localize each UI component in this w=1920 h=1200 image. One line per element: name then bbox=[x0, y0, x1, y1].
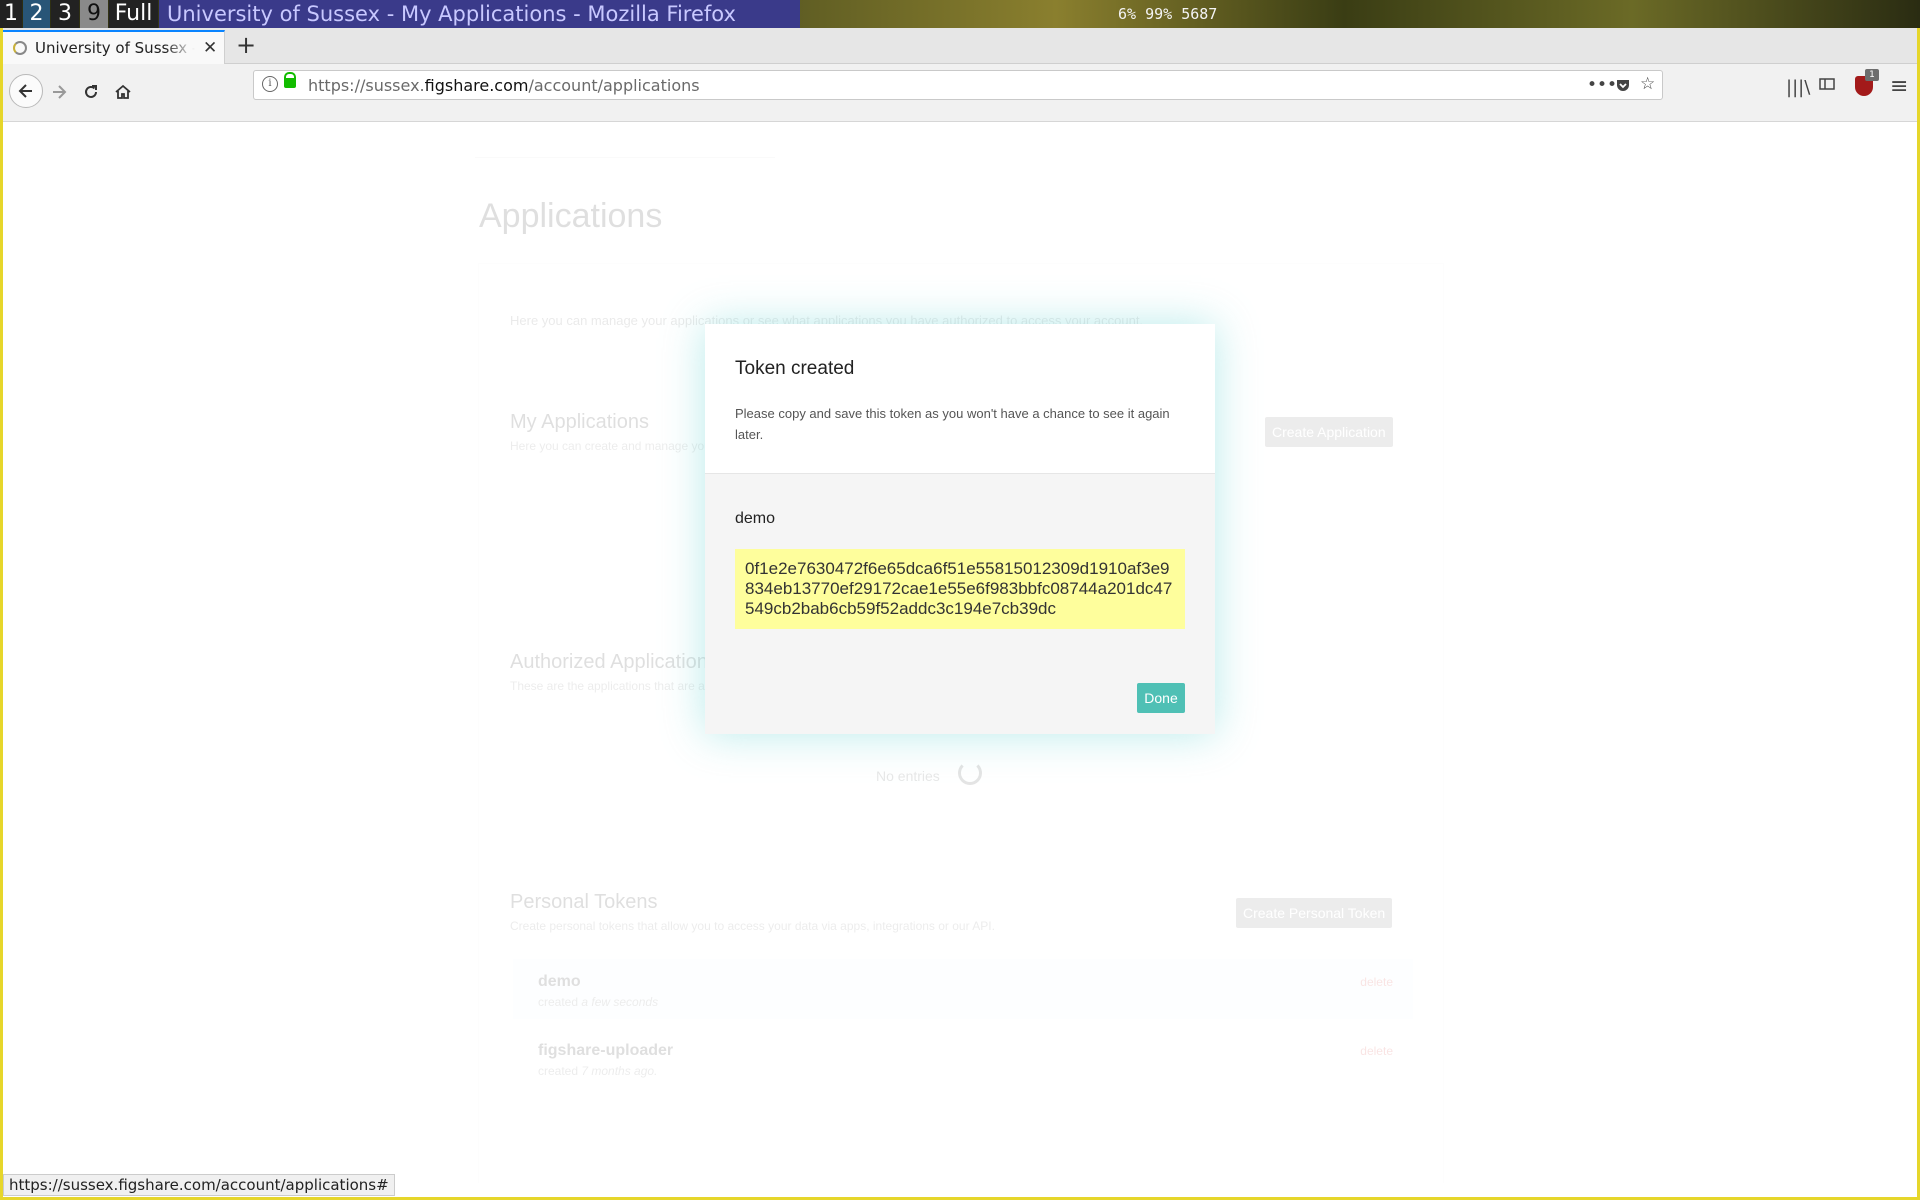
url-bar[interactable]: i https://sussex.figshare.com/account/ap… bbox=[253, 70, 1663, 100]
done-button[interactable]: Done bbox=[1137, 683, 1185, 713]
forward-arrow-icon bbox=[53, 85, 67, 99]
page-title: Applications bbox=[479, 197, 663, 235]
page-actions-icon[interactable]: ••• bbox=[1587, 75, 1617, 95]
header-divider bbox=[475, 157, 775, 158]
modal-body: demo 0f1e2e7630472f6e65dca6f51e558150123… bbox=[705, 474, 1215, 734]
tab-active[interactable]: University of Sussex - My Applications ✕ bbox=[3, 30, 225, 64]
token-row: figshare-uploader created 7 months ago. … bbox=[513, 1028, 1413, 1088]
url-prefix: https://sussex. bbox=[308, 76, 425, 95]
reload-button[interactable] bbox=[75, 76, 107, 108]
secure-lock-icon[interactable] bbox=[284, 72, 296, 88]
back-button[interactable] bbox=[9, 74, 43, 108]
token-created-ago: a few seconds bbox=[581, 995, 659, 1009]
my-applications-heading: My Applications bbox=[510, 411, 649, 433]
refresh-icon[interactable] bbox=[958, 761, 982, 785]
token-name-label: demo bbox=[735, 510, 776, 527]
token-created: created a few seconds bbox=[538, 995, 658, 1009]
sidebar-icon[interactable] bbox=[1819, 76, 1835, 97]
reload-icon bbox=[85, 85, 97, 98]
token-created-prefix: created bbox=[538, 995, 582, 1009]
menu-icon[interactable]: ≡ bbox=[1890, 74, 1908, 99]
authorized-applications-heading: Authorized Applications bbox=[510, 651, 718, 673]
token-name: figshare-uploader bbox=[538, 1042, 674, 1059]
link-status-bar: https://sussex.figshare.com/account/appl… bbox=[3, 1174, 395, 1196]
token-created-prefix: created bbox=[538, 1064, 582, 1078]
workspace-9[interactable]: 9 bbox=[80, 0, 108, 28]
tab-strip: University of Sussex - My Applications ✕… bbox=[3, 28, 1917, 64]
modal-header: Token created Please copy and save this … bbox=[705, 324, 1215, 474]
token-value[interactable]: 0f1e2e7630472f6e65dca6f51e55815012309d19… bbox=[745, 559, 1175, 619]
window-title: University of Sussex - My Applications -… bbox=[159, 0, 800, 28]
delete-token-link[interactable]: delete bbox=[1360, 1044, 1393, 1058]
pocket-icon[interactable] bbox=[1615, 77, 1631, 98]
site-info-icon[interactable]: i bbox=[262, 76, 278, 92]
workspace-2[interactable]: 2 bbox=[23, 0, 50, 28]
token-name: demo bbox=[538, 973, 581, 990]
new-tab-button[interactable]: + bbox=[236, 31, 256, 59]
home-icon bbox=[115, 84, 131, 99]
token-value-box[interactable]: 0f1e2e7630472f6e65dca6f51e55815012309d19… bbox=[735, 549, 1185, 629]
modal-message: Please copy and save this token as you w… bbox=[735, 406, 1170, 442]
workspace-full[interactable]: Full bbox=[109, 0, 158, 28]
token-row: demo created a few seconds delete bbox=[513, 959, 1413, 1019]
token-created-ago: 7 months ago. bbox=[581, 1064, 658, 1078]
bookmark-star-icon[interactable]: ☆ bbox=[1640, 74, 1655, 94]
create-personal-token-button[interactable]: Create Personal Token bbox=[1236, 898, 1393, 928]
site-favicon-icon bbox=[13, 41, 27, 55]
system-status: 6% 99% 5687 bbox=[1118, 5, 1218, 23]
tab-title: University of Sussex - My Applications bbox=[35, 39, 195, 57]
token-created: created 7 months ago. bbox=[538, 1064, 657, 1078]
navigation-bar: i https://sussex.figshare.com/account/ap… bbox=[3, 64, 1917, 122]
library-icon[interactable]: |||\ bbox=[1786, 77, 1810, 98]
back-arrow-icon bbox=[18, 84, 32, 98]
personal-tokens-heading: Personal Tokens bbox=[510, 891, 658, 913]
home-button[interactable] bbox=[107, 76, 139, 108]
workspace-1[interactable]: 1 bbox=[0, 0, 22, 28]
url-domain: figshare.com bbox=[424, 76, 529, 95]
token-created-modal: Token created Please copy and save this … bbox=[705, 324, 1215, 734]
modal-title: Token created bbox=[735, 358, 855, 379]
close-tab-icon[interactable]: ✕ bbox=[203, 38, 217, 58]
delete-token-link[interactable]: delete bbox=[1360, 975, 1393, 989]
no-entries-text: No entries bbox=[876, 768, 940, 784]
create-application-button[interactable]: Create Application bbox=[1265, 417, 1393, 447]
personal-tokens-subtitle: Create personal tokens that allow you to… bbox=[510, 919, 995, 933]
workspace-3[interactable]: 3 bbox=[51, 0, 79, 28]
ublock-badge: 1 bbox=[1865, 69, 1879, 81]
url-path: /account/applications bbox=[528, 76, 700, 95]
forward-button[interactable] bbox=[43, 76, 75, 108]
url-text[interactable]: https://sussex.figshare.com/account/appl… bbox=[308, 76, 700, 95]
window-manager-bar: 1 2 3 9 Full University of Sussex - My A… bbox=[0, 0, 1920, 28]
